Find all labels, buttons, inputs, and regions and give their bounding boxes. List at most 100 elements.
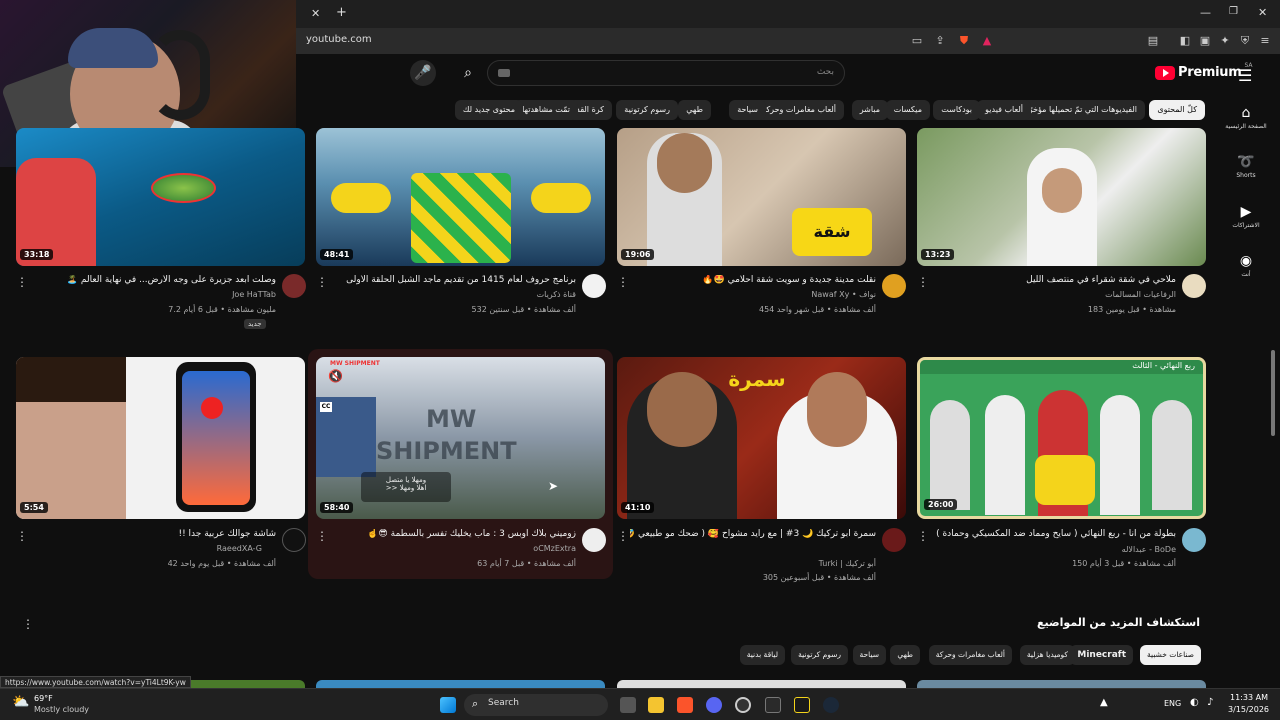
new-tab-icon[interactable]: + [336, 5, 347, 20]
chip-8[interactable]: طهي [678, 100, 711, 120]
topic-chip-1[interactable]: Minecraft [1070, 645, 1133, 665]
chip-1[interactable]: الفيديوهات التي تمّ تحميلها مؤخرًا [1018, 100, 1145, 120]
xbox-icon[interactable] [765, 697, 781, 713]
clock-date[interactable]: 3/15/2026 [1228, 705, 1269, 714]
channel-name[interactable]: قناة ذكريات [330, 290, 576, 299]
lang-indicator[interactable]: ENG [1164, 699, 1181, 708]
weather-icon[interactable]: ⛅ [12, 694, 29, 710]
share-icon[interactable]: ⇪ [933, 34, 947, 48]
more-options-icon[interactable]: ⋮ [917, 529, 929, 543]
video-thumbnail[interactable]: 48:41 [316, 128, 605, 266]
more-options-icon[interactable]: ⋮ [316, 275, 328, 289]
keyboard-icon[interactable] [498, 69, 510, 77]
url-text[interactable]: youtube.com [306, 34, 372, 45]
more-options-icon[interactable]: ⋮ [617, 529, 629, 543]
obs-icon[interactable] [735, 697, 751, 713]
video-thumbnail[interactable]: 13:23 [917, 128, 1206, 266]
vpn-icon[interactable]: ⛨ [1238, 34, 1252, 48]
video-thumbnail[interactable] [617, 680, 906, 688]
topic-chip-0[interactable]: صناعات خشبية [1140, 645, 1201, 665]
more-options-icon[interactable]: ⋮ [917, 275, 929, 289]
channel-avatar[interactable] [582, 528, 606, 552]
topic-chip-5[interactable]: سياحة [852, 645, 886, 665]
video-title[interactable]: شاشة جوالك عربية جدا !! [30, 529, 276, 539]
sidebar-item-you[interactable]: ◉ أنت [1224, 253, 1268, 278]
voice-search-icon[interactable]: 🎤 [410, 60, 436, 86]
channel-name[interactable]: Joe HaTTab [30, 290, 276, 299]
channel-name[interactable]: Turki | أبو تركيك [630, 559, 876, 568]
hamburger-menu-icon[interactable]: ☰ [1238, 66, 1252, 85]
cast-icon[interactable]: ▭ [910, 34, 924, 48]
maximize-icon[interactable]: ❐ [1229, 6, 1238, 17]
brave-icon[interactable] [677, 697, 693, 713]
weather-desc[interactable]: Mostly cloudy [34, 705, 89, 714]
volume-icon[interactable]: ♪ [1207, 697, 1213, 708]
video-thumbnail[interactable]: سمرة 41:10 [617, 357, 906, 519]
video-title[interactable]: وصلت أبعد جزيرة على وجه الأرض... في نهاي… [30, 275, 276, 285]
topic-chip-3[interactable]: ألعاب مغامرات وحركة [928, 645, 1012, 665]
channel-name[interactable]: RaeedXA-G [30, 544, 262, 553]
clock-time[interactable]: 11:33 AM [1230, 693, 1268, 702]
video-thumbnail[interactable]: MW SHIPMENT MW SHIPMENT CC ومهلا يا متصل… [316, 357, 605, 519]
search-button[interactable]: ⌕ [455, 60, 481, 86]
channel-name[interactable]: Nawaf Xy • نواف [630, 290, 876, 299]
channel-avatar[interactable] [1182, 528, 1206, 552]
channel-avatar[interactable] [582, 274, 606, 298]
chip-12[interactable]: محتوى جديد لك [454, 100, 523, 120]
video-thumbnail[interactable] [917, 680, 1206, 688]
chip-9[interactable]: رسوم كرتونية [616, 100, 678, 120]
browser-menu-icon[interactable]: ≡ [1258, 34, 1272, 48]
video-title[interactable]: بطولة من أنا - ربع النهائي ( سايح ومماد … [930, 529, 1176, 539]
chip-6[interactable]: ألعاب مغامرات وحركة [754, 100, 844, 120]
video-thumbnail[interactable]: شقة احلامي 19:06 [617, 128, 906, 266]
chip-0[interactable]: كلّ المحتوى [1149, 100, 1205, 120]
chip-5[interactable]: مباشر [851, 100, 888, 120]
video-title[interactable]: زوميني بلاك أوبس 3 : ماب يخليك تفسر بالس… [330, 529, 576, 539]
tray-chevron-icon[interactable]: ▲ [1100, 697, 1108, 708]
brave-shield-icon[interactable]: ⛊ [957, 34, 971, 48]
windows-start-icon[interactable] [440, 697, 456, 713]
section-more-icon[interactable]: ⋮ [22, 617, 34, 631]
sidebar-item-shorts[interactable]: ➰ Shorts [1224, 154, 1268, 179]
close-tab-icon[interactable]: ✕ [311, 7, 320, 20]
more-options-icon[interactable]: ⋮ [316, 529, 328, 543]
app-icon[interactable] [794, 697, 810, 713]
video-thumbnail[interactable]: 5:54 [16, 357, 305, 519]
wallet-icon[interactable]: ▣ [1198, 34, 1212, 48]
reader-icon[interactable]: ▤ [1146, 34, 1160, 48]
task-view-icon[interactable] [620, 697, 636, 713]
channel-avatar[interactable] [882, 274, 906, 298]
ai-icon[interactable]: ✦ [1218, 34, 1232, 48]
steam-icon[interactable] [823, 697, 839, 713]
taskbar-search[interactable]: ⌕ Search [464, 694, 608, 716]
search-input[interactable]: بحث [487, 60, 845, 86]
weather-temp[interactable]: 69°F [34, 694, 53, 703]
brave-rewards-icon[interactable]: ▲ [980, 34, 994, 48]
file-explorer-icon[interactable] [648, 697, 664, 713]
discord-icon[interactable] [706, 697, 722, 713]
topic-chip-4[interactable]: طهي [890, 645, 920, 665]
channel-name[interactable]: عبدالاله - BoDe [930, 545, 1176, 554]
video-title[interactable]: برنامج حروف لعام 1415 من تقديم ماجد الشب… [330, 275, 576, 285]
more-options-icon[interactable]: ⋮ [617, 275, 629, 289]
more-options-icon[interactable]: ⋮ [16, 529, 28, 543]
channel-avatar[interactable] [882, 528, 906, 552]
sidebar-item-home[interactable]: ⌂ الصفحة الرئيسية [1224, 105, 1268, 130]
topic-chip-7[interactable]: لياقة بدنية [739, 645, 785, 665]
video-thumbnail[interactable] [316, 680, 605, 688]
chip-3[interactable]: بودكاست [933, 100, 980, 120]
channel-avatar[interactable] [282, 274, 306, 298]
channel-avatar[interactable] [1182, 274, 1206, 298]
minimize-icon[interactable]: — [1200, 6, 1211, 19]
topic-chip-6[interactable]: رسوم كرتونية [791, 645, 848, 665]
video-title[interactable]: ملاحي في شقة شقراء في منتصف الليل [930, 275, 1176, 285]
mute-icon[interactable]: 🔇 [328, 369, 343, 383]
chip-2[interactable]: ألعاب فيديو [977, 100, 1031, 120]
close-window-icon[interactable]: ✕ [1258, 6, 1267, 19]
channel-name[interactable]: الرفاعيات المسالمات [930, 290, 1176, 299]
more-options-icon[interactable]: ⋮ [16, 275, 28, 289]
sidebar-toggle-icon[interactable]: ◧ [1178, 34, 1192, 48]
video-title[interactable]: نقلت مدينة جديدة و سويت شقة احلامي 🤩🔥 [630, 275, 876, 285]
channel-name[interactable]: oCMzExtra [330, 544, 576, 553]
sidebar-item-subscriptions[interactable]: ▶ الاشتراكات [1224, 204, 1268, 229]
